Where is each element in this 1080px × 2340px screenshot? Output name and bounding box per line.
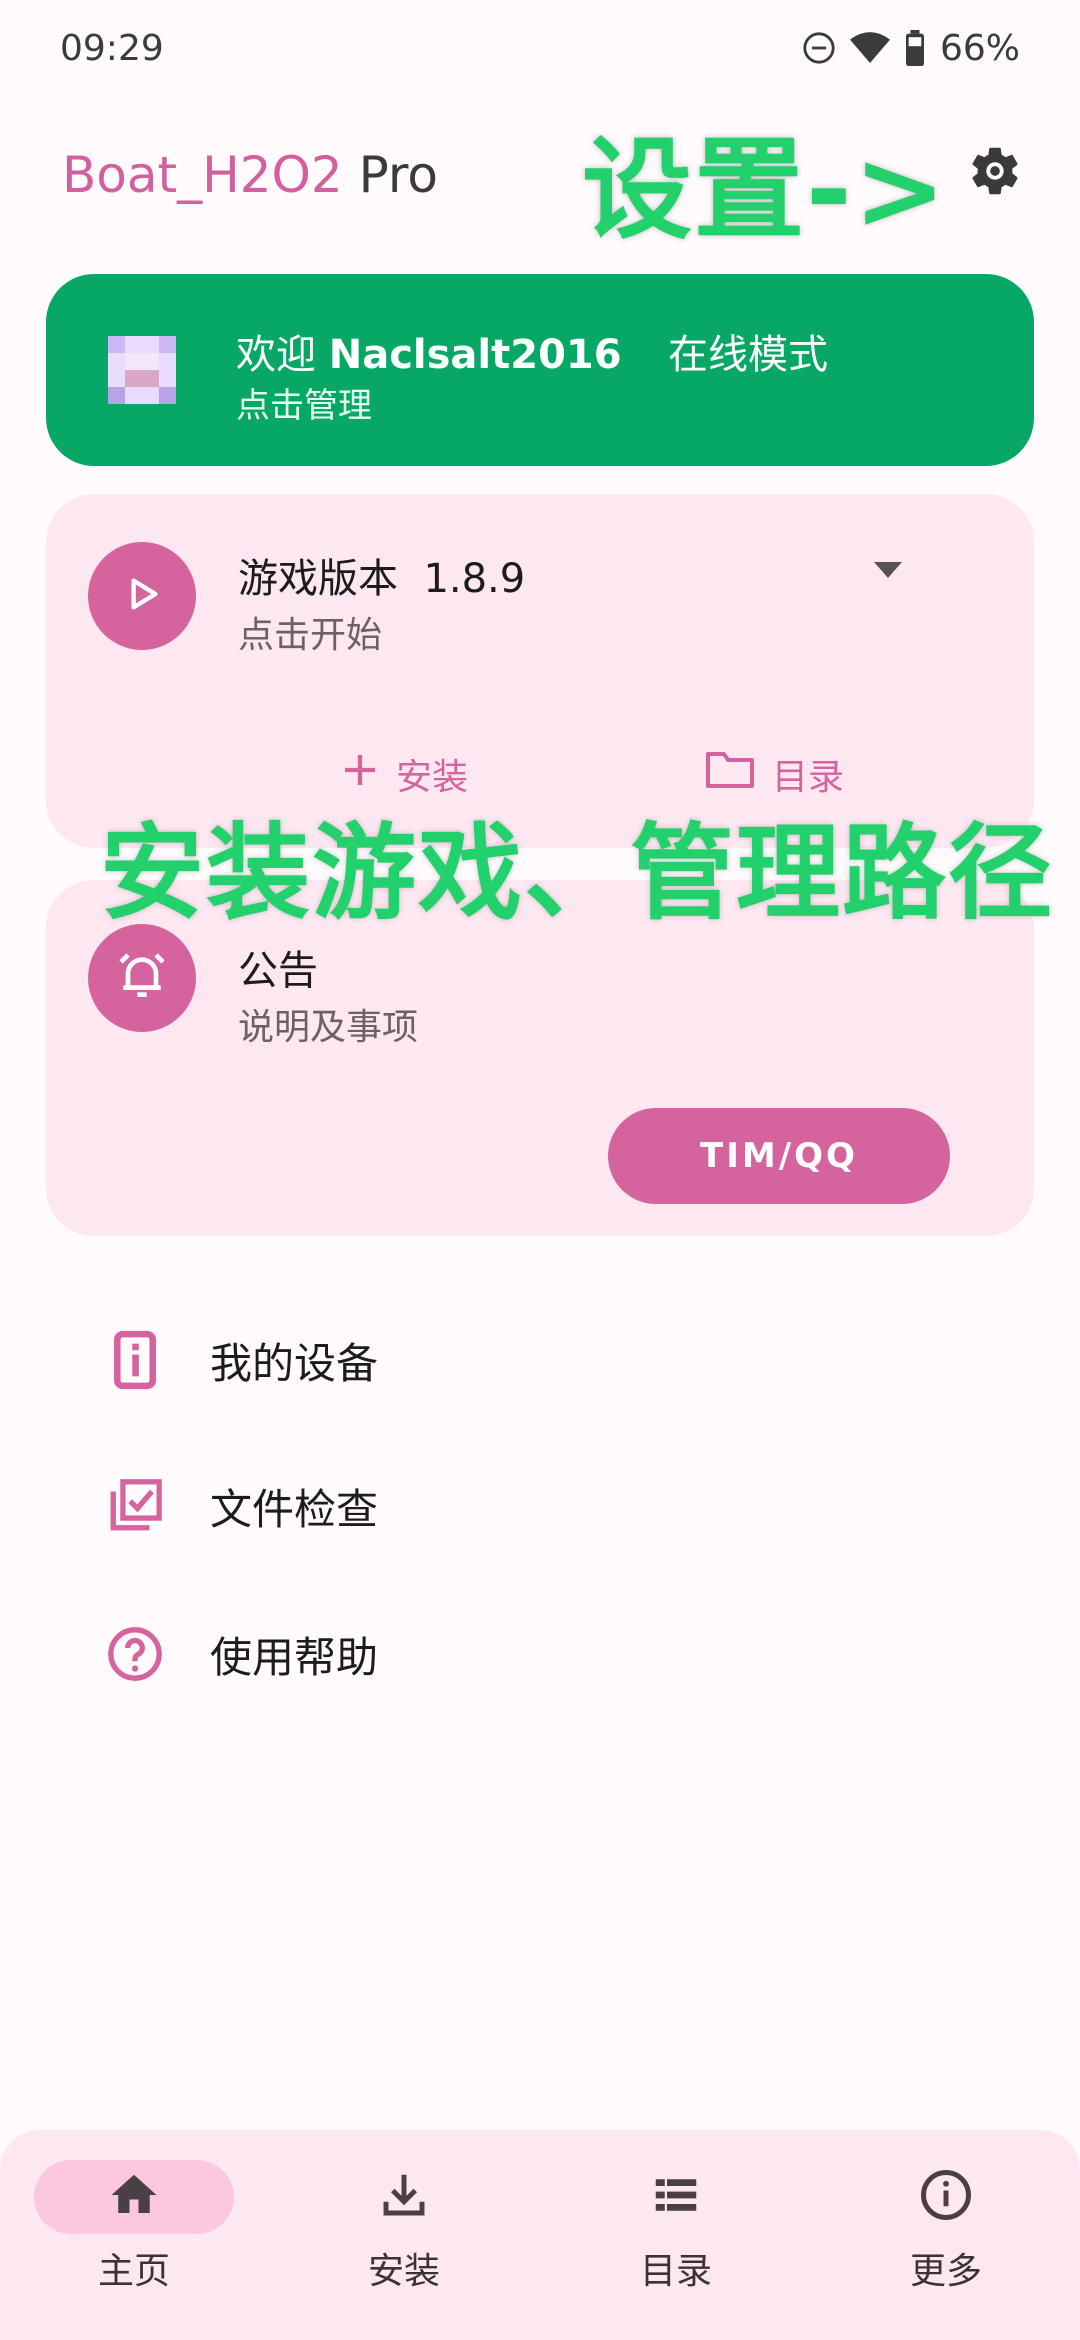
install-annotation: 安装游戏、管理路径 [100,812,1055,934]
nav-pill-install [304,2160,504,2234]
game-version-number: 1.8.9 [423,556,526,602]
home-icon [107,2168,161,2226]
battery-percent: 66% [939,27,1020,69]
nav-pill-home [34,2160,234,2234]
download-icon [377,2168,431,2226]
account-username: Naclsalt2016 [328,332,622,378]
notice-icon-badge [88,924,196,1032]
status-time: 09:29 [60,27,164,69]
app-title: Boat_H2O2 Pro [62,146,438,204]
alarm-bell-icon [114,948,170,1008]
game-version-label: 游戏版本 [238,556,398,602]
nav-label: 目录 [639,2251,712,2292]
battery-icon [904,30,926,66]
avatar [108,336,176,404]
game-version-subtitle: 点击开始 [238,615,383,656]
app-title-brand: Boat_H2O2 [62,146,343,204]
menu-item-my-device[interactable]: 我的设备 [100,1310,1000,1410]
account-subtitle: 点击管理 [236,386,372,426]
file-check-icon [100,1477,170,1535]
account-mode: 在线模式 [668,332,828,378]
nav-pill-directory [576,2160,776,2234]
do-not-disturb-icon [802,31,836,65]
game-version-title: 游戏版本 1.8.9 [238,546,525,604]
gear-icon [966,142,1024,204]
status-bar: 09:29 66% [0,0,1080,96]
tim-qq-button[interactable]: TIM/QQ [608,1108,950,1204]
welcome-prefix: 欢迎 [236,332,329,378]
help-icon [100,1625,170,1683]
play-button[interactable] [88,542,196,650]
nav-label: 安装 [367,2251,440,2292]
nav-item-install[interactable]: 安装 [304,2160,504,2320]
menu-item-file-check[interactable]: 文件检查 [100,1456,1000,1556]
status-icons: 66% [802,28,1020,69]
menu-item-label: 文件检查 [210,1484,379,1534]
bottom-navigation: 主页 安装 目录 更多 [0,2130,1080,2340]
nav-item-home[interactable]: 主页 [34,2160,234,2320]
settings-button[interactable] [960,138,1030,208]
wifi-icon [849,31,890,65]
nav-item-more[interactable]: 更多 [846,2160,1046,2320]
nav-label: 更多 [909,2251,982,2292]
nav-item-directory[interactable]: 目录 [576,2160,776,2320]
account-card[interactable]: 欢迎 Naclsalt2016 在线模式 点击管理 [46,274,1034,466]
notice-subtitle: 说明及事项 [238,1007,419,1048]
list-icon [649,2168,703,2226]
menu-item-help[interactable]: 使用帮助 [100,1604,1000,1704]
nav-label: 主页 [97,2251,170,2292]
play-icon [122,574,162,618]
menu-item-label: 使用帮助 [210,1632,379,1682]
app-title-suffix: Pro [342,146,438,204]
account-welcome: 欢迎 Naclsalt2016 [236,322,622,380]
nav-pill-more [846,2160,1046,2234]
version-dropdown[interactable] [872,560,904,584]
settings-annotation: 设置-> [582,126,948,254]
menu-item-label: 我的设备 [210,1338,379,1388]
notice-title: 公告 [238,948,318,994]
dropdown-arrow-icon [872,562,904,584]
device-info-icon [100,1330,170,1390]
info-icon [919,2168,973,2226]
